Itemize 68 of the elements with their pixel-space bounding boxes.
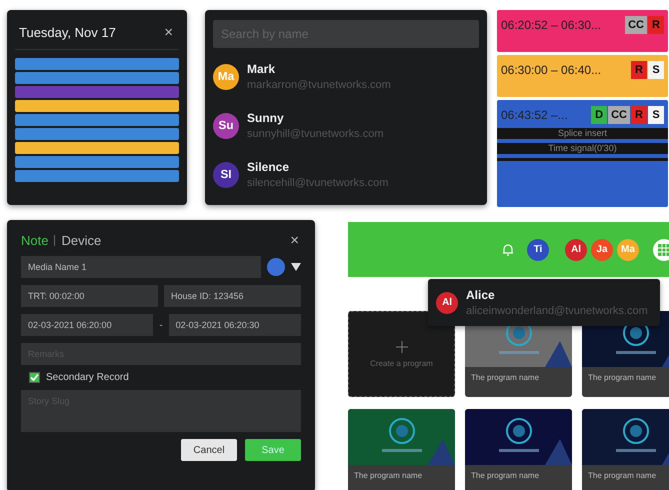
close-button[interactable]: × [288, 232, 301, 249]
schedule-block[interactable]: 06:20:52 – 06:30... CC R [497, 10, 668, 52]
event-bar[interactable] [15, 142, 179, 154]
caret-icon[interactable] [291, 263, 301, 271]
badge: CC [625, 16, 647, 34]
badge: R [648, 16, 664, 34]
event-bar[interactable] [15, 170, 179, 182]
badge: CC [608, 106, 630, 124]
tab[interactable]: Note [21, 233, 48, 248]
schedule-block[interactable]: 06:43:52 –... D CC R S Splice insert Time signal(0'30) [497, 100, 668, 207]
cancel-button[interactable]: Cancel [181, 439, 237, 461]
event-bar[interactable] [15, 86, 179, 98]
media-name-field[interactable]: Media Name 1 [21, 256, 261, 278]
user-email: sunnyhill@tvunetworks.com [247, 128, 384, 140]
plus-icon [396, 340, 408, 352]
start-time-field[interactable]: 02-03-2021 06:20:00 [21, 314, 154, 336]
time-range: 06:30:00 – 06:40... [501, 63, 602, 77]
checkbox[interactable] [29, 372, 40, 383]
badge: R [631, 106, 647, 124]
avatar[interactable]: Al [565, 238, 587, 260]
tab[interactable]: Device [61, 233, 102, 248]
close-button[interactable]: × [162, 24, 175, 41]
marker-bar[interactable]: Splice insert [497, 128, 668, 139]
program-card[interactable]: The program name [465, 409, 572, 490]
user-email: markarron@tvunetworks.com [247, 79, 391, 91]
event-bar[interactable] [15, 156, 179, 168]
grid-icon[interactable] [653, 238, 669, 260]
time-range: 06:20:52 – 06:30... [501, 18, 602, 32]
avatar[interactable]: Ti [527, 238, 549, 260]
event-bar[interactable] [15, 114, 179, 126]
marker-bar[interactable]: Time signal(0'30) [497, 143, 668, 154]
checkbox-label: Secondary Record [46, 372, 129, 383]
badge: S [648, 61, 664, 79]
program-card[interactable]: The program name [348, 409, 455, 490]
user-name: Alice [466, 288, 496, 302]
event-bar[interactable] [15, 58, 179, 70]
create-label: Create a program [370, 358, 433, 368]
program-card[interactable]: The program name [582, 409, 669, 490]
house-id-field: House ID: 123456 [164, 285, 301, 307]
avatar: SI [213, 162, 239, 188]
event-bar[interactable] [15, 100, 179, 112]
end-time-field[interactable]: 02-03-2021 06:20:30 [168, 314, 301, 336]
user-name: Silence [247, 160, 290, 174]
program-name: The program name [587, 470, 658, 480]
user-name: Mark [247, 62, 276, 76]
time-range: 06:43:52 –... [501, 108, 568, 122]
avatar: Al [436, 292, 458, 314]
color-swatch[interactable] [267, 258, 285, 276]
badge: R [631, 61, 647, 79]
program-name: The program name [470, 372, 540, 382]
program-name: The program name [353, 470, 424, 480]
bell-icon[interactable] [501, 242, 515, 256]
user-email: silencehill@tvunetworks.com [247, 177, 388, 189]
avatar[interactable]: Ja [591, 238, 613, 260]
program-name: The program name [587, 372, 658, 382]
trt-field: TRT: 00:02:00 [21, 285, 158, 307]
badge: S [648, 106, 664, 124]
marker-bar[interactable] [497, 158, 668, 161]
user-name: Sunny [247, 111, 285, 125]
event-bar[interactable] [15, 128, 179, 140]
schedule-block[interactable]: 06:30:00 – 06:40... R S [497, 55, 668, 97]
badge: D [591, 106, 608, 124]
program-name: The program name [470, 470, 540, 480]
range-separator: - [159, 320, 163, 330]
event-bar[interactable] [15, 72, 179, 84]
avatar: Su [213, 112, 239, 138]
avatar: Ma [213, 64, 239, 90]
calendar-title: Tuesday, Nov 17 [19, 25, 116, 40]
